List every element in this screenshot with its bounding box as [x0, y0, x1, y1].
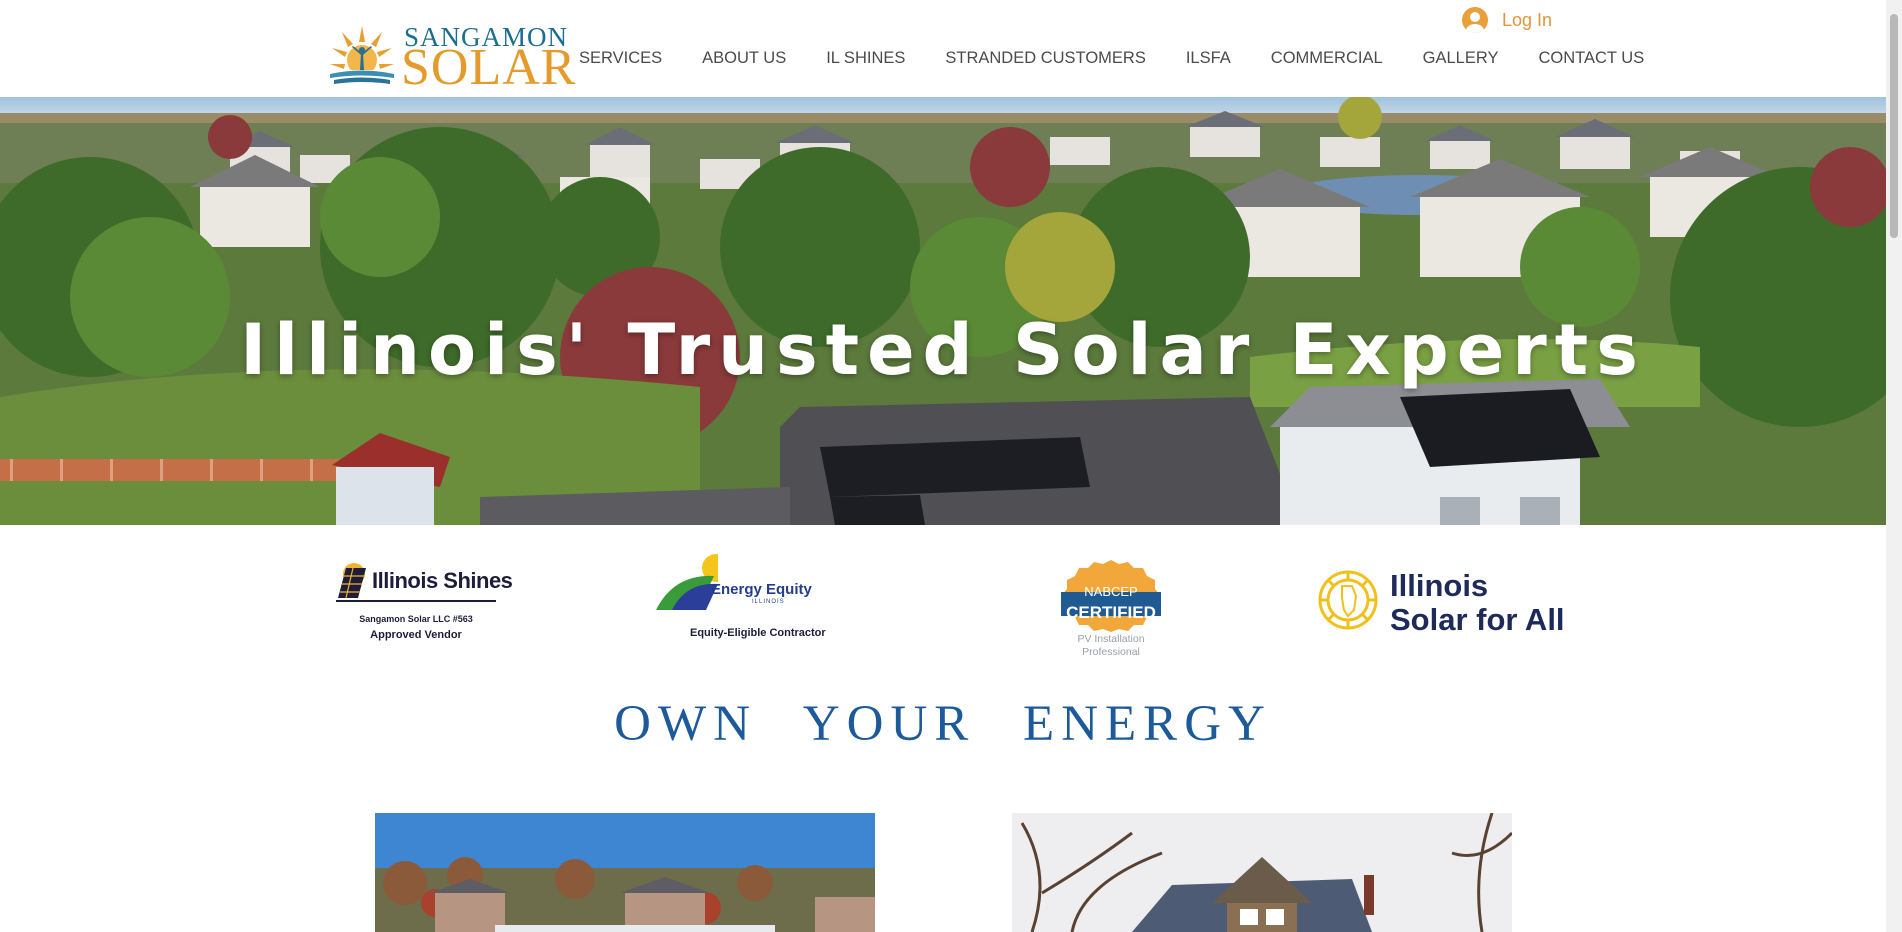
illinois-shines-title: Illinois Shines — [372, 568, 513, 593]
certification-badges: Illinois Shines Sangamon Solar LLC #563 … — [0, 548, 1886, 658]
nav-item-commercial[interactable]: COMMERCIAL — [1271, 49, 1383, 68]
solar-for-all-line1: Illinois — [1390, 568, 1489, 603]
nabcep-sub2: Professional — [1082, 646, 1140, 658]
main-navigation: SERVICES ABOUT US IL SHINES STRANDED CUS… — [579, 48, 1644, 68]
illinois-shines-badge[interactable]: Illinois Shines Sangamon Solar LLC #563 … — [336, 548, 513, 658]
nabcep-badge[interactable]: NABCEP CERTIFIED PV Installation Profess… — [1059, 558, 1163, 662]
energy-equity-subtitle: Equity-Eligible Contractor — [690, 627, 826, 639]
sun-logo-icon — [328, 26, 396, 88]
logo-wordmark-main: SOLAR — [401, 39, 577, 96]
energy-equity-title: Energy Equity — [711, 581, 812, 598]
hero-title: Illinois' Trusted Solar Experts — [240, 309, 1646, 391]
user-avatar-icon — [1462, 7, 1488, 33]
hero-banner: Illinois' Trusted Solar Experts — [0, 97, 1886, 525]
scrollbar-thumb[interactable] — [1890, 14, 1898, 238]
nav-item-ilsfa[interactable]: ILSFA — [1186, 49, 1231, 68]
nav-item-il-shines[interactable]: IL SHINES — [826, 49, 905, 68]
solar-for-all-badge[interactable]: Illinois Solar for All — [1316, 558, 1576, 642]
nav-item-contact-us[interactable]: CONTACT US — [1538, 49, 1644, 68]
nabcep-label: NABCEP — [1084, 584, 1138, 599]
nabcep-sub1: PV Installation — [1077, 633, 1145, 645]
nav-item-gallery[interactable]: GALLERY — [1423, 49, 1499, 68]
illinois-sun-icon — [1318, 570, 1378, 630]
apartment-aerial-image[interactable] — [375, 813, 875, 932]
section-heading: OWN YOUR ENERGY — [614, 696, 1272, 752]
nav-item-services[interactable]: SERVICES — [579, 49, 662, 68]
login-label: Log In — [1502, 9, 1553, 30]
nav-item-about-us[interactable]: ABOUT US — [702, 49, 786, 68]
illinois-shines-approved: Approved Vendor — [370, 629, 462, 641]
login-button[interactable]: Log In — [1462, 4, 1552, 36]
solar-for-all-line2: Solar for All — [1390, 602, 1565, 637]
illinois-shines-vendor-id: Sangamon Solar LLC #563 — [359, 614, 473, 624]
energy-equity-state: ILLINOIS — [752, 599, 785, 605]
sangamon-solar-logo[interactable]: SANGAMON SOLAR — [328, 20, 575, 94]
photo-apartments — [375, 813, 875, 932]
energy-equity-badge[interactable]: Energy Equity ILLINOIS Equity-Eligible C… — [654, 548, 834, 658]
nabcep-certified: CERTIFIED — [1066, 603, 1156, 622]
house-solar-image[interactable] — [1012, 813, 1512, 932]
divider — [336, 600, 496, 602]
photo-house — [1012, 813, 1512, 932]
page-scrollbar[interactable] — [1886, 0, 1902, 932]
site-header: SANGAMON SOLAR Log In SERVICES ABOUT US … — [0, 0, 1886, 97]
energy-equity-icon — [656, 554, 718, 610]
nav-item-stranded-customers[interactable]: STRANDED CUSTOMERS — [945, 49, 1145, 68]
illinois-shines-icon — [338, 563, 366, 599]
